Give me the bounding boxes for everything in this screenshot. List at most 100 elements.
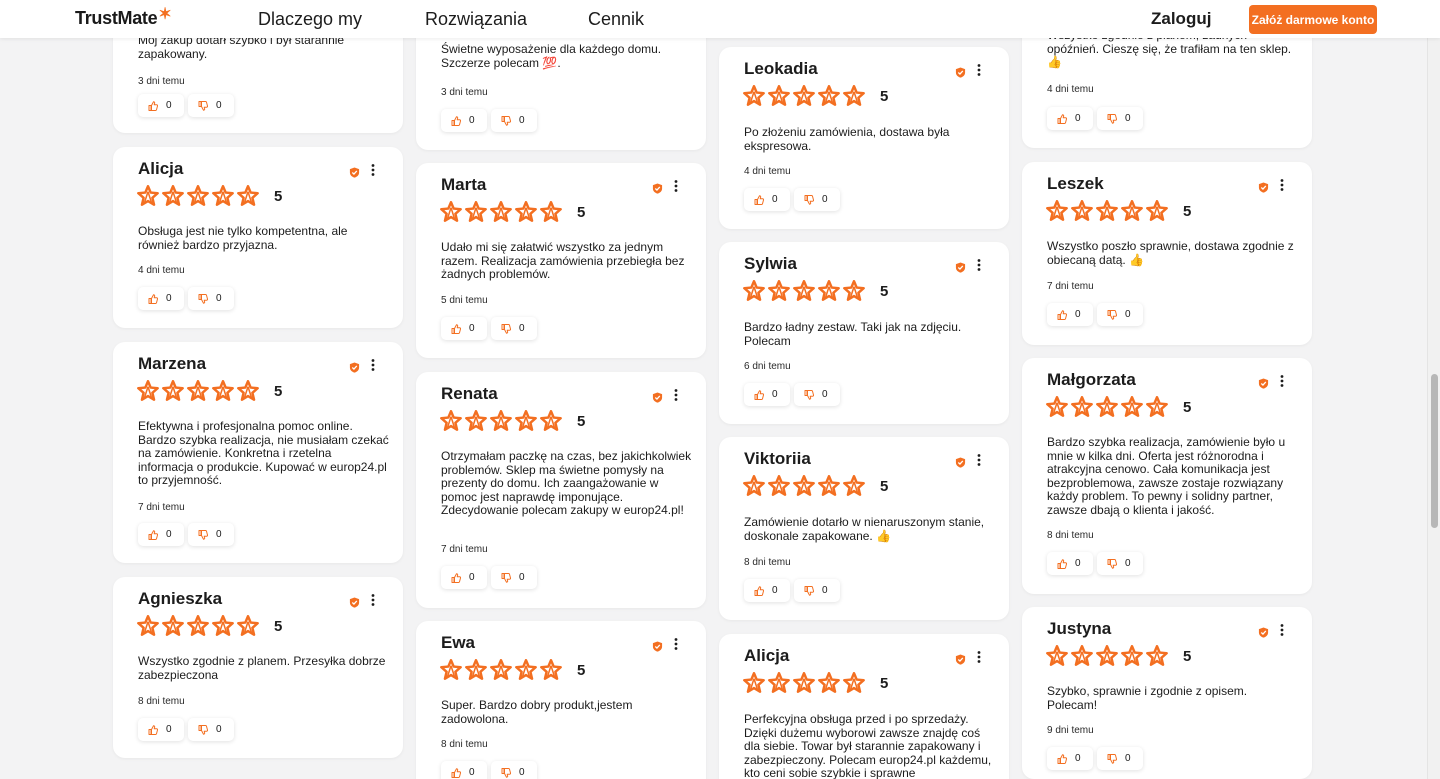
dislike-button[interactable]: 0	[1097, 107, 1143, 130]
dislike-count: 0	[822, 194, 828, 205]
more-options-icon[interactable]	[974, 650, 984, 664]
review-date: 7 dni temu	[441, 544, 488, 555]
like-button[interactable]: 0	[441, 566, 487, 589]
page-scrollbar[interactable]	[1427, 38, 1440, 779]
dislike-button[interactable]: 0	[1097, 303, 1143, 326]
dislike-button[interactable]: 0	[188, 94, 234, 117]
scrollbar-thumb[interactable]	[1431, 374, 1438, 528]
login-link[interactable]: Zaloguj	[1151, 9, 1211, 29]
dislike-button[interactable]: 0	[794, 188, 840, 211]
more-options-icon[interactable]	[368, 163, 378, 177]
star-rating	[1046, 645, 1168, 667]
dislike-button[interactable]: 0	[491, 761, 537, 779]
more-options-icon[interactable]	[1277, 623, 1287, 637]
star-rating	[137, 185, 259, 207]
create-free-account-button[interactable]: Załóż darmowe konto	[1249, 5, 1377, 34]
review-text: Obsługa jest nie tylko kompetentna, ale …	[138, 224, 348, 252]
star-icon	[490, 201, 512, 223]
star-icon	[1121, 645, 1143, 667]
star-icon	[237, 185, 259, 207]
dislike-button[interactable]: 0	[1097, 747, 1143, 770]
reviewer-name: Justyna	[1047, 619, 1112, 638]
star-icon	[768, 672, 790, 694]
star-icon	[540, 201, 562, 223]
star-icon	[843, 475, 865, 497]
dislike-count: 0	[1125, 113, 1131, 124]
nav-link-pricing[interactable]: Cennik	[588, 9, 644, 30]
dislike-button[interactable]: 0	[188, 718, 234, 741]
like-button[interactable]: 0	[138, 718, 184, 741]
reviewer-name: Ewa	[441, 633, 476, 652]
dislike-button[interactable]: 0	[794, 383, 840, 406]
star-rating	[743, 85, 865, 107]
logo-star-icon: ✶	[158, 6, 172, 23]
star-icon	[237, 380, 259, 402]
star-icon	[743, 475, 765, 497]
thumbs-up-icon	[1057, 113, 1067, 124]
like-count: 0	[772, 389, 778, 400]
like-button[interactable]: 0	[441, 109, 487, 132]
star-icon	[1046, 396, 1068, 418]
star-rating	[743, 475, 865, 497]
star-icon	[237, 615, 259, 637]
review-card: Alicja 5 Perfekcyjna obsługa przed i po sp…	[719, 634, 1009, 779]
shield-icon	[652, 181, 663, 194]
dislike-count: 0	[1125, 753, 1131, 764]
review-text: Po złożeniu zamówienia, dostawa była eks…	[744, 125, 950, 153]
nav-link-why-us[interactable]: Dlaczego my	[258, 9, 362, 30]
like-button[interactable]: 0	[1047, 552, 1093, 575]
more-options-icon[interactable]	[1277, 374, 1287, 388]
more-options-icon[interactable]	[671, 388, 681, 402]
star-rating	[1046, 200, 1168, 222]
trustmate-logo[interactable]: TrustMate✶	[75, 6, 172, 29]
like-button[interactable]: 0	[138, 287, 184, 310]
dislike-button[interactable]: 0	[491, 317, 537, 340]
thumbs-down-icon	[804, 194, 814, 205]
review-text: Bardzo ładny zestaw. Taki jak na zdjęciu…	[744, 320, 962, 348]
like-button[interactable]: 0	[1047, 107, 1093, 130]
nav-link-solutions[interactable]: Rozwiązania	[425, 9, 527, 30]
star-icon	[540, 410, 562, 432]
dislike-count: 0	[216, 529, 222, 540]
dislike-button[interactable]: 0	[491, 566, 537, 589]
shield-icon	[955, 455, 966, 468]
dislike-count: 0	[519, 115, 525, 126]
review-date: 4 dni temu	[1047, 84, 1094, 95]
like-button[interactable]: 0	[138, 523, 184, 546]
dislike-count: 0	[216, 293, 222, 304]
star-icon	[187, 185, 209, 207]
review-card: Alicja 5 Obsługa jest nie tylko kompetentn…	[113, 147, 403, 328]
star-icon	[793, 475, 815, 497]
more-options-icon[interactable]	[671, 637, 681, 651]
more-options-icon[interactable]	[671, 179, 681, 193]
more-options-icon[interactable]	[368, 593, 378, 607]
thumbs-up-icon	[148, 100, 158, 111]
dislike-button[interactable]: 0	[491, 109, 537, 132]
review-text: Mój zakup dotarł szybko i był starannie …	[138, 33, 345, 61]
reviewer-name: Viktoriia	[744, 449, 811, 468]
more-options-icon[interactable]	[974, 258, 984, 272]
dislike-button[interactable]: 0	[188, 523, 234, 546]
like-button[interactable]: 0	[441, 761, 487, 779]
star-icon	[162, 185, 184, 207]
more-options-icon[interactable]	[974, 63, 984, 77]
like-button[interactable]: 0	[138, 94, 184, 117]
like-button[interactable]: 0	[744, 579, 790, 602]
dislike-button[interactable]: 0	[1097, 552, 1143, 575]
review-date: 6 dni temu	[744, 361, 791, 372]
thumbs-down-icon	[198, 100, 208, 111]
more-options-icon[interactable]	[974, 453, 984, 467]
like-button[interactable]: 0	[1047, 303, 1093, 326]
dislike-button[interactable]: 0	[188, 287, 234, 310]
more-options-icon[interactable]	[1277, 178, 1287, 192]
star-icon	[440, 201, 462, 223]
thumbs-down-icon	[1107, 113, 1117, 124]
like-button[interactable]: 0	[1047, 747, 1093, 770]
like-button[interactable]: 0	[744, 188, 790, 211]
like-button[interactable]: 0	[441, 317, 487, 340]
star-icon	[137, 185, 159, 207]
like-button[interactable]: 0	[744, 383, 790, 406]
dislike-button[interactable]: 0	[794, 579, 840, 602]
thumbs-up-icon	[148, 724, 158, 735]
more-options-icon[interactable]	[368, 358, 378, 372]
